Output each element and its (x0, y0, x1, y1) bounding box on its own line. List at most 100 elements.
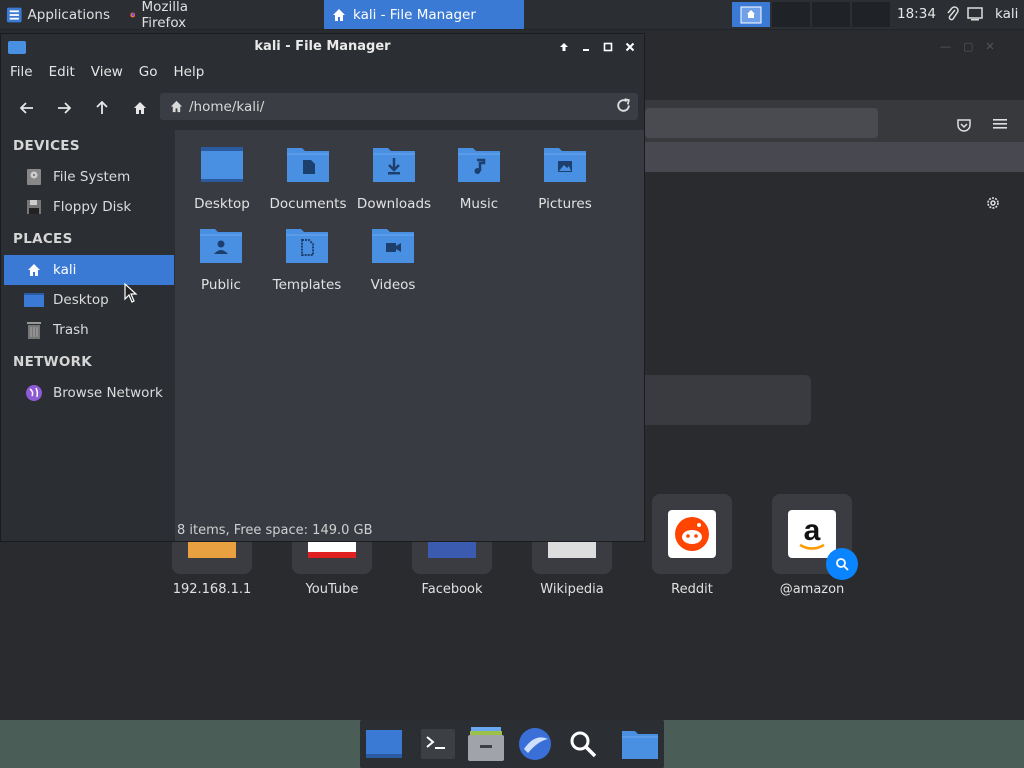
file-manager-titlebar[interactable]: kali - File Manager (1, 34, 644, 60)
sidebar-heading-places: PLACES (13, 231, 73, 247)
file-manager-icon (468, 727, 504, 761)
reload-icon[interactable] (615, 97, 632, 114)
folder-item-templates[interactable]: Templates (262, 225, 352, 293)
browser-icon (519, 728, 551, 760)
forward-button[interactable] (54, 98, 74, 118)
folder-item-desktop[interactable]: Desktop (177, 144, 267, 212)
firefox-url-bar[interactable] (645, 108, 878, 138)
taskbar-file-manager[interactable]: kali - File Manager (324, 0, 524, 29)
arrow-up-icon (96, 101, 108, 114)
top-panel: Applications Mozilla Firefox kali - File… (0, 0, 1024, 31)
arrow-right-icon (58, 102, 71, 114)
dock-file-manager[interactable] (468, 726, 504, 762)
sidebar-heading-network: NETWORK (13, 354, 93, 370)
folder-label: Music (459, 196, 499, 212)
top-site-label-reddit: Reddit (671, 582, 713, 597)
dock-web-browser[interactable] (517, 726, 553, 762)
folder-item-videos[interactable]: Videos (348, 225, 438, 293)
sidebar-item-label: File System (53, 169, 131, 185)
dock-search[interactable] (565, 726, 601, 762)
sidebar-item-browse-network[interactable]: Browse Network (4, 378, 174, 408)
minimize-icon[interactable] (578, 39, 594, 55)
file-manager-window: kali - File Manager File Edit View Go He… (0, 33, 645, 542)
folder-item-documents[interactable]: Documents (263, 144, 353, 212)
window-controls (556, 39, 638, 55)
workspace-1[interactable] (732, 2, 770, 27)
menu-edit[interactable]: Edit (49, 64, 75, 80)
firefox-newtab-search-box[interactable] (645, 375, 811, 425)
taskbar-firefox-label: Mozilla Firefox (141, 0, 188, 31)
videos-folder-icon (371, 225, 415, 265)
reddit-icon (668, 510, 716, 558)
network-globe-icon (24, 384, 44, 402)
path-home-icon[interactable] (170, 100, 183, 113)
folder-label: Documents (269, 196, 347, 212)
workspace-switcher[interactable] (732, 2, 890, 27)
display-icon[interactable] (967, 7, 983, 21)
sidebar-item-label: Trash (53, 322, 89, 338)
gear-icon[interactable] (985, 195, 1001, 211)
location-bar[interactable]: /home/kali/ (160, 93, 638, 120)
back-button[interactable] (17, 98, 37, 118)
user-menu[interactable]: kali (995, 0, 1018, 29)
menu-file[interactable]: File (10, 64, 33, 80)
sidebar-heading-devices: DEVICES (13, 138, 80, 154)
folder-label: Desktop (194, 196, 250, 212)
status-bar: 8 items, Free space: 149.0 GB (175, 521, 644, 541)
folder-item-public[interactable]: Public (176, 225, 266, 293)
folder-label: Public (201, 277, 241, 293)
arrow-left-icon (20, 102, 33, 114)
firefox-close-icon[interactable]: ✕ (985, 40, 994, 53)
dock-terminal[interactable] (420, 726, 456, 762)
firefox-minimize-icon[interactable]: — (940, 40, 951, 53)
toolbar: /home/kali/ (1, 84, 644, 130)
amazon-icon: a (788, 510, 836, 558)
sidebar-item-file-system[interactable]: File System (4, 162, 174, 192)
firefox-maximize-icon[interactable]: ▢ (963, 40, 973, 53)
firefox-icon (130, 12, 136, 17)
sidebar-item-trash[interactable]: Trash (4, 315, 174, 345)
file-view[interactable]: Desktop Documents Downloads Music Pictur… (175, 130, 644, 521)
workspace-2[interactable] (772, 2, 810, 27)
public-folder-icon (199, 225, 243, 265)
firefox-bookmarks-bar (645, 142, 1024, 172)
pocket-icon[interactable] (956, 117, 972, 133)
sidebar-item-floppy-disk[interactable]: Floppy Disk (4, 192, 174, 222)
top-site-label-router: 192.168.1.1 (172, 582, 252, 597)
sidebar-item-desktop[interactable]: Desktop (4, 285, 174, 315)
folder-icon (622, 731, 658, 759)
folder-item-pictures[interactable]: Pictures (520, 144, 610, 212)
dock-home-folder[interactable] (622, 726, 658, 762)
menu-view[interactable]: View (91, 64, 123, 80)
maximize-icon[interactable] (600, 39, 616, 55)
sidebar: DEVICES File System Floppy Disk PLACES k… (1, 130, 174, 541)
search-shortcut-badge (826, 548, 858, 580)
clock[interactable]: 18:34 (897, 0, 936, 29)
menu-help[interactable]: Help (174, 64, 205, 80)
workspace-3[interactable] (812, 2, 850, 27)
sidebar-item-label: Desktop (53, 292, 109, 308)
mouse-pointer-icon (124, 283, 138, 303)
hamburger-menu-icon[interactable] (993, 117, 1007, 131)
folder-item-music[interactable]: Music (434, 144, 524, 212)
close-icon[interactable] (622, 39, 638, 55)
top-site-label-wikipedia: Wikipedia (540, 582, 604, 597)
menu-go[interactable]: Go (139, 64, 158, 80)
sidebar-item-kali[interactable]: kali (4, 255, 174, 285)
workspace-4[interactable] (852, 2, 890, 27)
svg-text:a: a (804, 514, 821, 547)
location-path[interactable]: /home/kali/ (189, 99, 264, 115)
keep-above-icon[interactable] (556, 39, 572, 55)
folder-item-downloads[interactable]: Downloads (349, 144, 439, 212)
clipboard-icon[interactable] (945, 6, 959, 22)
desktop-icon (366, 730, 402, 758)
parent-folder-button[interactable] (92, 98, 112, 118)
dock-show-desktop[interactable] (366, 726, 402, 762)
folder-label: Templates (272, 277, 342, 293)
sidebar-item-label: Floppy Disk (53, 199, 132, 215)
top-site-label-facebook: Facebook (421, 582, 483, 597)
sidebar-item-label: kali (53, 262, 77, 278)
home-button[interactable] (130, 98, 150, 118)
top-site-tile-reddit[interactable] (652, 494, 732, 574)
taskbar-firefox[interactable]: Mozilla Firefox (0, 0, 196, 31)
